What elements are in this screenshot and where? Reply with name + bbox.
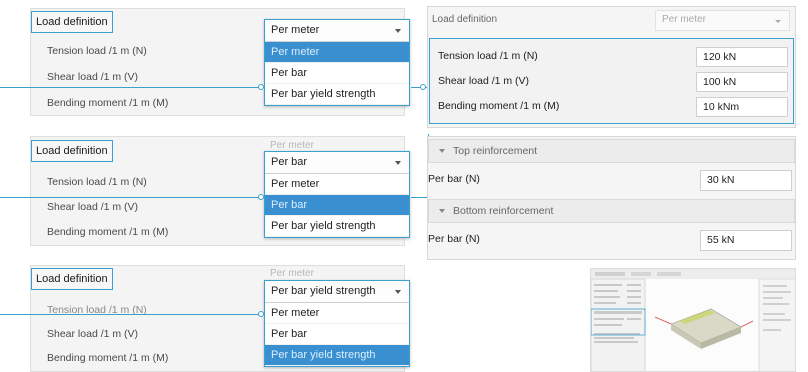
option-per-meter[interactable]: Per meter bbox=[265, 42, 409, 63]
load-definition-label-3: Load definition bbox=[31, 268, 113, 290]
option-per-bar-yield[interactable]: Per bar yield strength bbox=[265, 216, 409, 237]
shear-row-label-1: Shear load /1 m (V) bbox=[47, 71, 139, 83]
dropdown-selected-1[interactable]: Per meter bbox=[265, 20, 409, 42]
connector-dot-2a bbox=[258, 194, 264, 200]
connector-dot-3a bbox=[258, 311, 264, 317]
option-per-bar-yield[interactable]: Per bar yield strength bbox=[265, 345, 409, 366]
bending-value-input[interactable]: 10 kNm bbox=[696, 97, 788, 117]
right-load-definition-select[interactable]: Per meter bbox=[655, 10, 790, 31]
application-preview-image bbox=[591, 269, 795, 371]
shear-row-label-2: Shear load /1 m (V) bbox=[47, 201, 139, 213]
load-definition-label-1: Load definition bbox=[31, 11, 113, 33]
connector-dot-1b bbox=[420, 84, 426, 90]
tension-value-input[interactable]: 120 kN bbox=[696, 47, 788, 67]
connector-line-1a bbox=[0, 87, 262, 88]
chevron-down-icon bbox=[395, 290, 401, 294]
shear-field-label: Shear load /1 m (V) bbox=[438, 75, 530, 87]
bending-row-label-2: Bending moment /1 m (M) bbox=[47, 226, 169, 238]
connector-line-2a bbox=[0, 197, 262, 198]
bottom-per-bar-label: Per bar (N) bbox=[428, 233, 480, 245]
bottom-per-bar-input[interactable]: 55 kN bbox=[700, 230, 792, 251]
tension-row-label-2: Tension load /1 m (N) bbox=[47, 176, 147, 188]
bending-field-label: Bending moment /1 m (M) bbox=[438, 100, 560, 112]
shear-row-label-3: Shear load /1 m (V) bbox=[47, 328, 139, 340]
right-load-definition-title: Load definition bbox=[432, 14, 498, 25]
collapse-triangle-icon bbox=[439, 209, 445, 214]
ghost-value-2: Per meter bbox=[270, 140, 314, 151]
connector-line-3a bbox=[0, 314, 262, 315]
option-per-meter[interactable]: Per meter bbox=[265, 303, 409, 324]
option-per-bar[interactable]: Per bar bbox=[265, 63, 409, 84]
bottom-reinforcement-header[interactable]: Bottom reinforcement bbox=[428, 199, 795, 223]
option-per-bar[interactable]: Per bar bbox=[265, 324, 409, 345]
dropdown-selected-3[interactable]: Per bar yield strength bbox=[265, 281, 409, 303]
tension-row-label-1: Tension load /1 m (N) bbox=[47, 45, 147, 57]
chevron-down-icon bbox=[775, 20, 781, 23]
bending-row-label-3: Bending moment /1 m (M) bbox=[47, 352, 169, 364]
chevron-down-icon bbox=[395, 29, 401, 33]
tension-field-label: Tension load /1 m (N) bbox=[438, 50, 538, 62]
option-per-meter[interactable]: Per meter bbox=[265, 174, 409, 195]
bending-row-label-1: Bending moment /1 m (M) bbox=[47, 97, 169, 109]
load-definition-dropdown-3[interactable]: Per bar yield strength Per meter Per bar… bbox=[264, 280, 410, 367]
top-per-bar-input[interactable]: 30 kN bbox=[700, 170, 792, 191]
ghost-value-3: Per meter bbox=[270, 268, 314, 279]
load-definition-label-2: Load definition bbox=[31, 140, 113, 162]
connector-dot-1a bbox=[258, 84, 264, 90]
option-per-bar-yield[interactable]: Per bar yield strength bbox=[265, 84, 409, 105]
collapse-triangle-icon bbox=[439, 149, 445, 154]
load-definition-dropdown-1[interactable]: Per meter Per meter Per bar Per bar yiel… bbox=[264, 19, 410, 106]
top-reinforcement-header[interactable]: Top reinforcement bbox=[428, 139, 795, 163]
dropdown-selected-2[interactable]: Per bar bbox=[265, 152, 409, 174]
chevron-down-icon bbox=[395, 161, 401, 165]
option-per-bar[interactable]: Per bar bbox=[265, 195, 409, 216]
shear-value-input[interactable]: 100 kN bbox=[696, 72, 788, 92]
top-per-bar-label: Per bar (N) bbox=[428, 173, 480, 185]
load-definition-dropdown-2[interactable]: Per bar Per meter Per bar Per bar yield … bbox=[264, 151, 410, 238]
application-preview-thumbnail bbox=[590, 268, 796, 372]
